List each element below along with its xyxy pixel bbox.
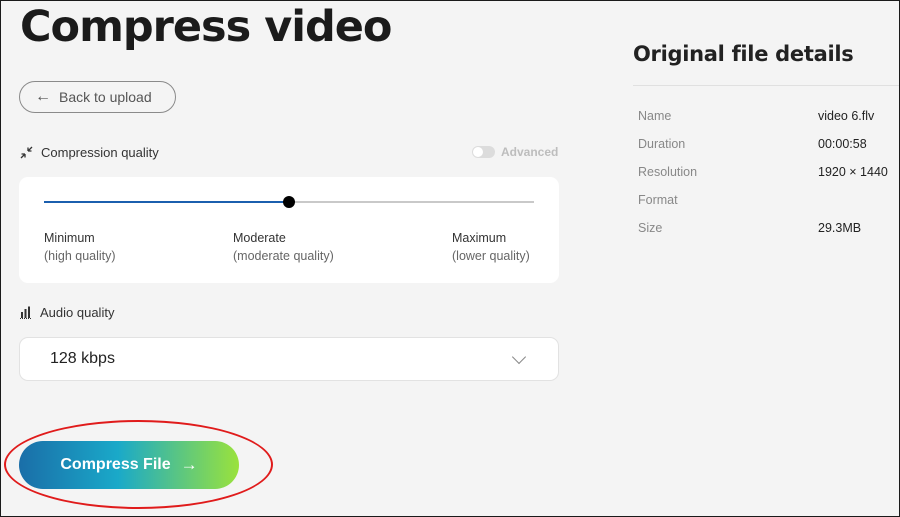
level-desc: (high quality): [44, 249, 116, 263]
detail-key: Size: [638, 221, 663, 235]
detail-key: Resolution: [638, 165, 698, 179]
audio-quality-select[interactable]: 128 kbps: [19, 337, 559, 381]
audio-quality-value: 128 kbps: [50, 350, 115, 367]
detail-row: Format: [638, 193, 900, 207]
detail-value: 29.3MB: [818, 221, 862, 235]
detail-value: 00:00:58: [818, 137, 867, 151]
detail-row: Resolution 1920 × 1440: [638, 165, 900, 179]
detail-key: Duration: [638, 137, 686, 151]
slider-thumb[interactable]: [283, 196, 295, 208]
page-title: Compress video: [20, 2, 392, 52]
back-button-label: Back to upload: [59, 89, 152, 105]
compression-quality-card: Minimum (high quality) Moderate (moderat…: [19, 177, 559, 283]
compress-button-label: Compress File: [60, 456, 171, 473]
back-to-upload-button[interactable]: ← Back to upload: [19, 81, 176, 113]
compression-slider[interactable]: [44, 196, 534, 208]
audio-quality-label: Audio quality: [40, 305, 115, 320]
compress-arrows-icon: [20, 146, 33, 159]
detail-key: Format: [638, 193, 678, 207]
level-desc: (lower quality): [452, 249, 530, 263]
detail-value: video 6.flv: [818, 109, 875, 123]
level-moderate[interactable]: Moderate (moderate quality): [233, 229, 334, 265]
details-title: Original file details: [633, 42, 854, 66]
detail-value: 1920 × 1440: [818, 165, 888, 179]
advanced-label: Advanced: [501, 145, 559, 159]
level-name: Minimum: [44, 231, 95, 245]
detail-key: Name: [638, 109, 672, 123]
audio-bars-icon: [20, 306, 32, 319]
level-minimum[interactable]: Minimum (high quality): [44, 229, 116, 265]
audio-quality-header: Audio quality: [20, 305, 114, 320]
compress-file-button[interactable]: Compress File →: [19, 441, 239, 489]
detail-row: Name video 6.flv: [638, 109, 900, 123]
chevron-down-icon: [511, 349, 527, 365]
advanced-toggle[interactable]: Advanced: [472, 145, 558, 159]
slider-fill: [44, 201, 289, 203]
compression-quality-header: Compression quality: [20, 145, 159, 160]
arrow-left-icon: ←: [35, 88, 51, 105]
level-desc: (moderate quality): [233, 249, 334, 263]
divider: [633, 85, 900, 86]
detail-row: Size 29.3MB: [638, 221, 900, 235]
compression-quality-label: Compression quality: [41, 145, 159, 160]
level-name: Maximum: [452, 231, 507, 245]
level-name: Moderate: [233, 231, 286, 245]
arrow-right-icon: →: [180, 455, 198, 474]
level-maximum[interactable]: Maximum (lower quality): [452, 229, 530, 265]
detail-row: Duration 00:00:58: [638, 137, 900, 151]
toggle-switch-icon[interactable]: [472, 146, 495, 158]
